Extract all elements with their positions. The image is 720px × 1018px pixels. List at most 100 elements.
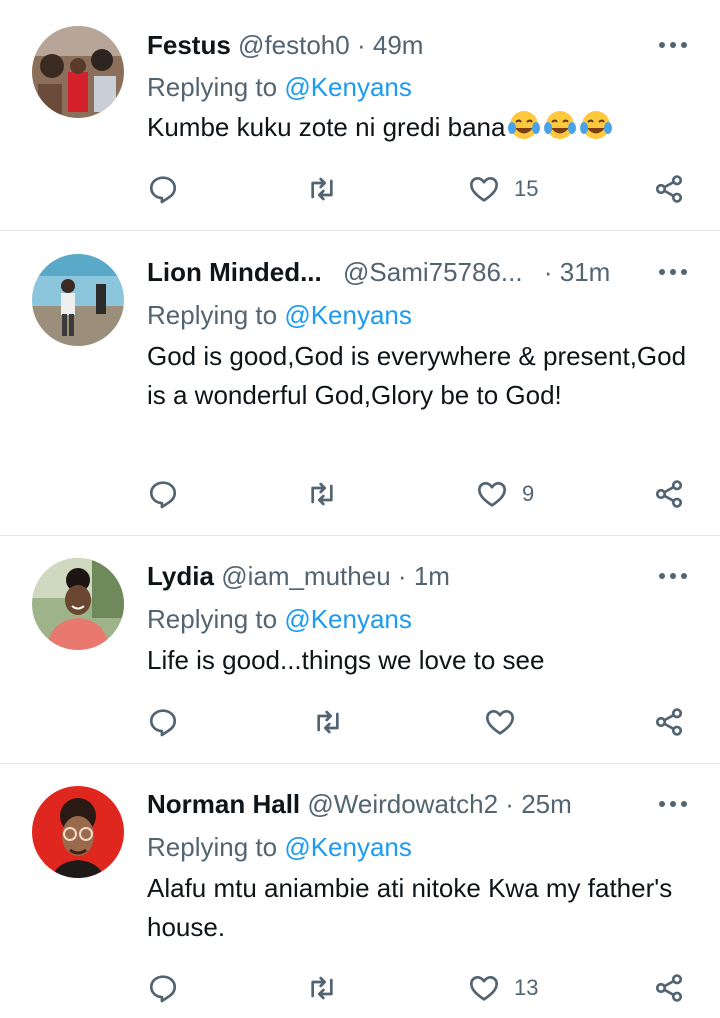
tweet-text: Alafu mtu aniambie ati nitoke Kwa my fat… [147, 873, 673, 942]
display-name[interactable]: Festus [147, 30, 231, 60]
retweet-button[interactable] [306, 968, 338, 1008]
more-dots-icon [659, 269, 687, 275]
avatar[interactable] [32, 26, 124, 118]
avatar-image [32, 254, 124, 346]
reply-button[interactable] [147, 474, 179, 514]
replying-to: Replying to @Kenyans [147, 70, 412, 104]
tweet-header: Lion Minded... @Sami75786... · 31m [147, 255, 640, 289]
avatar[interactable] [32, 786, 124, 878]
tweet-actions [0, 702, 720, 742]
tweet-header: Festus @festoh0 · 49m [147, 28, 640, 62]
heart-icon [478, 482, 506, 507]
share-icon [655, 480, 683, 508]
tweet-header: Norman Hall @Weirdowatch2 · 25m [147, 787, 640, 821]
tweet-header: Lydia @iam_mutheu · 1m [147, 559, 640, 593]
like-count: 9 [522, 481, 535, 506]
replying-to-label: Replying to [147, 604, 285, 634]
replying-to: Replying to @Kenyans [147, 830, 412, 864]
display-name[interactable]: Lydia [147, 561, 214, 591]
reply-button[interactable] [147, 702, 179, 742]
separator: · [356, 30, 366, 60]
display-name[interactable]: Lion Minded... [147, 257, 322, 287]
avatar-image [32, 26, 124, 118]
retweet-icon [317, 710, 339, 734]
retweet-icon [311, 177, 333, 201]
like-button[interactable]: 15 [468, 169, 538, 209]
share-icon [655, 175, 683, 203]
share-button[interactable] [653, 702, 685, 742]
display-name[interactable]: Norman Hall [147, 789, 300, 819]
share-button[interactable] [653, 474, 685, 514]
more-options-button[interactable] [656, 559, 690, 593]
tears-of-joy-emoji-icon [543, 110, 577, 153]
like-button[interactable] [484, 702, 530, 742]
mention-link[interactable]: @Kenyans [284, 604, 412, 634]
retweet-button[interactable] [306, 474, 338, 514]
timestamp[interactable]: 25m [521, 789, 572, 819]
reply-button[interactable] [147, 169, 179, 209]
tears-of-joy-emoji-icon [579, 110, 613, 153]
mention-link[interactable]: @Kenyans [284, 300, 412, 330]
user-handle[interactable]: @Sami75786... [343, 257, 523, 287]
reply-icon [149, 975, 177, 1003]
tweet-text: Life is good...things we love to see [147, 645, 545, 675]
tweet-text-content: Kumbe kuku zote ni gredi bana [147, 112, 506, 142]
heart-icon [486, 710, 514, 735]
more-dots-icon [659, 42, 687, 48]
more-options-button[interactable] [656, 787, 690, 821]
reply-icon [149, 709, 177, 737]
avatar[interactable] [32, 558, 124, 650]
user-handle[interactable]: @Weirdowatch2 [307, 789, 498, 819]
tweet[interactable]: Festus @festoh0 · 49m Replying to @Kenya… [0, 0, 720, 231]
retweet-button[interactable] [312, 702, 344, 742]
replying-to-label: Replying to [147, 832, 285, 862]
reply-icon [149, 481, 177, 509]
separator: · [397, 561, 407, 591]
replying-to: Replying to @Kenyans [147, 602, 412, 636]
retweet-icon [311, 976, 333, 1000]
tweet-actions: 15 [0, 169, 720, 209]
replying-to: Replying to @Kenyans [147, 298, 412, 332]
share-button[interactable] [653, 169, 685, 209]
avatar[interactable] [32, 254, 124, 346]
share-icon [655, 708, 683, 736]
replying-to-label: Replying to [147, 72, 285, 102]
like-button[interactable]: 9 [476, 474, 534, 514]
tweet-text: God is good,God is everywhere & present,… [147, 341, 687, 410]
timestamp[interactable]: 49m [373, 30, 424, 60]
tweet-actions: 13 [0, 968, 720, 1008]
mention-link[interactable]: @Kenyans [284, 72, 412, 102]
tweet-text: Kumbe kuku zote ni gredi bana [147, 108, 692, 153]
more-options-button[interactable] [656, 28, 690, 62]
tweet[interactable]: Norman Hall @Weirdowatch2 · 25m Replying… [0, 764, 720, 1018]
heart-icon [470, 177, 498, 202]
more-dots-icon [659, 801, 687, 807]
tweet-actions: 9 [0, 474, 720, 514]
mention-link[interactable]: @Kenyans [284, 832, 412, 862]
like-button[interactable]: 13 [468, 968, 538, 1008]
tweet[interactable]: Lion Minded... @Sami75786... · 31m Reply… [0, 231, 720, 536]
user-handle[interactable]: @iam_mutheu [221, 561, 390, 591]
share-icon [655, 974, 683, 1002]
retweet-button[interactable] [306, 169, 338, 209]
separator: · [543, 257, 553, 287]
avatar-image [32, 558, 124, 650]
user-handle[interactable]: @festoh0 [238, 30, 350, 60]
avatar-image [32, 786, 124, 878]
timestamp[interactable]: 1m [414, 561, 450, 591]
separator: · [505, 789, 514, 819]
reply-button[interactable] [147, 968, 179, 1008]
like-count: 15 [514, 176, 539, 201]
like-count: 13 [514, 975, 539, 1000]
share-button[interactable] [653, 968, 685, 1008]
more-options-button[interactable] [656, 255, 690, 289]
heart-icon [470, 976, 498, 1001]
more-dots-icon [659, 573, 687, 579]
emoji-group [505, 111, 613, 142]
tweet[interactable]: Lydia @iam_mutheu · 1m Replying to @Keny… [0, 536, 720, 764]
replying-to-label: Replying to [147, 300, 285, 330]
retweet-icon [311, 482, 333, 506]
tears-of-joy-emoji-icon [507, 110, 541, 153]
reply-icon [149, 176, 177, 204]
timestamp[interactable]: 31m [560, 257, 611, 287]
